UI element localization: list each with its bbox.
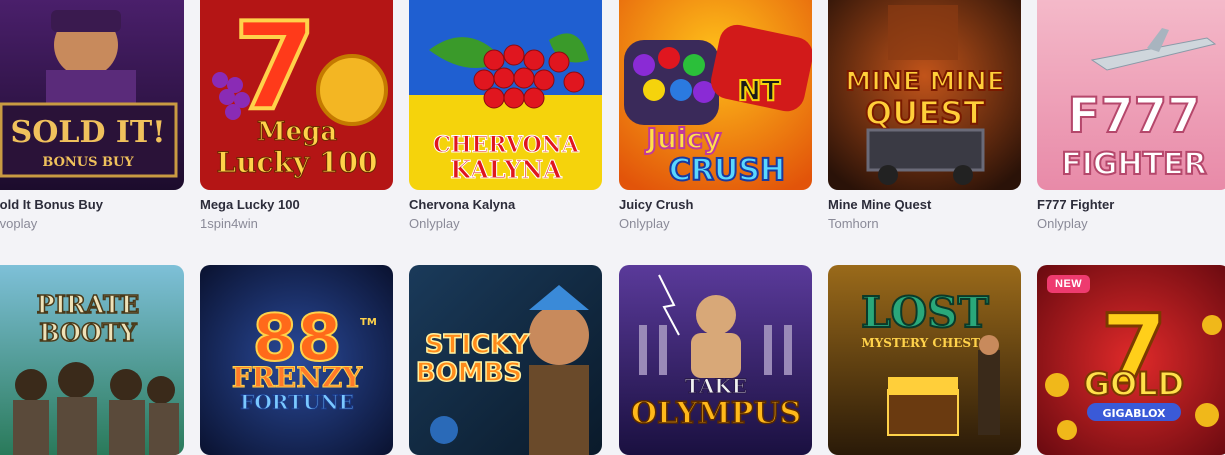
game-thumbnail[interactable]: TAKE OLYMPUS <box>619 265 812 455</box>
game-thumbnail[interactable]: 7 GOLD GIGABLOX NEW <box>1037 265 1225 455</box>
game-thumbnail[interactable]: LOST MYSTERY CHESTS <box>828 265 1021 455</box>
game-art: 88 FRENZY FORTUNE TM <box>200 265 393 455</box>
art-line-1: F777 <box>1068 88 1201 144</box>
game-title: Sold It Bonus Buy <box>0 197 103 212</box>
game-title: Chervona Kalyna <box>409 197 516 212</box>
game-card-chervona-kalyna[interactable]: CHERVONA KALYNA Chervona Kalyna Onlyplay <box>409 0 602 231</box>
game-card-7-gold-gigablox[interactable]: 7 GOLD GIGABLOX NEW <box>1037 265 1225 455</box>
art-line-2: BOMBS <box>416 358 522 388</box>
game-thumbnail[interactable]: PIRATE BOOTY <box>0 265 184 455</box>
game-provider: 1spin4win <box>200 216 258 231</box>
art-line-2: BONUS BUY <box>42 155 134 170</box>
game-card-take-olympus[interactable]: TAKE OLYMPUS <box>619 265 812 455</box>
game-art: TAKE OLYMPUS <box>619 265 812 455</box>
game-provider: Onlyplay <box>619 216 670 231</box>
art-line-1: SOLD IT! <box>11 115 166 150</box>
game-card-f777-fighter[interactable]: F777 FIGHTER F777 Fighter Onlyplay <box>1037 0 1225 231</box>
art-line-1: LOST <box>861 288 989 337</box>
game-card-88-frenzy-fortune[interactable]: 88 FRENZY FORTUNE TM <box>200 265 393 455</box>
game-provider: Onlyplay <box>409 216 460 231</box>
game-art: STICKY BOMBS <box>409 265 602 455</box>
game-provider: Evoplay <box>0 216 38 231</box>
art-line-1: STICKY <box>425 330 530 360</box>
game-art: SOLD IT! BONUS BUY <box>0 0 184 190</box>
game-card-mega-lucky-100[interactable]: 7 Mega Lucky 100 Mega Lucky 100 1spin4wi… <box>200 0 393 231</box>
game-title: Mega Lucky 100 <box>200 197 300 212</box>
game-art: 7 Mega Lucky 100 <box>200 0 393 190</box>
game-card-lost-mystery-chests[interactable]: LOST MYSTERY CHESTS <box>828 265 1021 455</box>
game-card-juicy-crush[interactable]: NT Juicy CRUSH Juicy Crush Onlyplay <box>619 0 812 231</box>
game-title: F777 Fighter <box>1037 197 1115 212</box>
game-thumbnail[interactable]: SOLD IT! BONUS BUY <box>0 0 184 190</box>
art-line-2: KALYNA <box>450 155 562 184</box>
art-line-3: FORTUNE <box>240 390 354 414</box>
art-line-2: MYSTERY CHESTS <box>861 336 988 350</box>
game-provider: Onlyplay <box>1037 216 1088 231</box>
game-thumbnail[interactable]: STICKY BOMBS <box>409 265 602 455</box>
svg-text:TM: TM <box>360 317 377 328</box>
game-thumbnail[interactable]: 7 Mega Lucky 100 <box>200 0 393 190</box>
game-art: MINE MINE QUEST <box>828 0 1021 190</box>
art-line-1: PIRATE <box>37 290 140 319</box>
art-line-1: TAKE <box>685 374 747 398</box>
game-art: F777 FIGHTER <box>1037 0 1225 190</box>
game-art: LOST MYSTERY CHESTS <box>828 265 1021 455</box>
game-card-mine-mine-quest[interactable]: MINE MINE QUEST Mine Mine Quest Tomhorn <box>828 0 1021 231</box>
art-line-1: Juicy <box>645 122 722 155</box>
art-line-2: Lucky 100 <box>217 146 378 179</box>
game-title: Mine Mine Quest <box>828 197 932 212</box>
game-thumbnail[interactable]: NT Juicy CRUSH <box>619 0 812 190</box>
game-art: 7 GOLD GIGABLOX <box>1037 265 1225 455</box>
art-line-2: BOOTY <box>39 318 137 347</box>
game-thumbnail[interactable]: F777 FIGHTER <box>1037 0 1225 190</box>
game-card-sold-it[interactable]: SOLD IT! BONUS BUY Sold It Bonus Buy Evo… <box>0 0 184 231</box>
game-thumbnail[interactable]: MINE MINE QUEST <box>828 0 1021 190</box>
game-thumbnail[interactable]: CHERVONA KALYNA <box>409 0 602 190</box>
game-card-pirate-booty[interactable]: PIRATE BOOTY <box>0 265 184 455</box>
game-art: CHERVONA KALYNA <box>409 0 602 190</box>
art-line-1: MINE MINE <box>845 67 1004 97</box>
art-line-2: GOLD <box>1084 365 1184 403</box>
svg-text:NT: NT <box>738 74 781 107</box>
art-line-2: OLYMPUS <box>631 396 801 431</box>
art-line-2: FIGHTER <box>1061 147 1206 182</box>
art-line-2: CRUSH <box>669 153 785 188</box>
art-line-1: Mega <box>257 117 338 147</box>
art-line-2: QUEST <box>865 94 985 132</box>
new-badge: NEW <box>1047 275 1091 293</box>
game-provider: Tomhorn <box>828 216 879 231</box>
game-card-sticky-bombs[interactable]: STICKY BOMBS <box>409 265 602 455</box>
game-title: Juicy Crush <box>619 197 694 212</box>
art-line-3: GIGABLOX <box>1102 407 1166 420</box>
game-art: PIRATE BOOTY <box>0 265 184 455</box>
game-art: NT Juicy CRUSH <box>619 0 812 190</box>
game-thumbnail[interactable]: 88 FRENZY FORTUNE TM <box>200 265 393 455</box>
